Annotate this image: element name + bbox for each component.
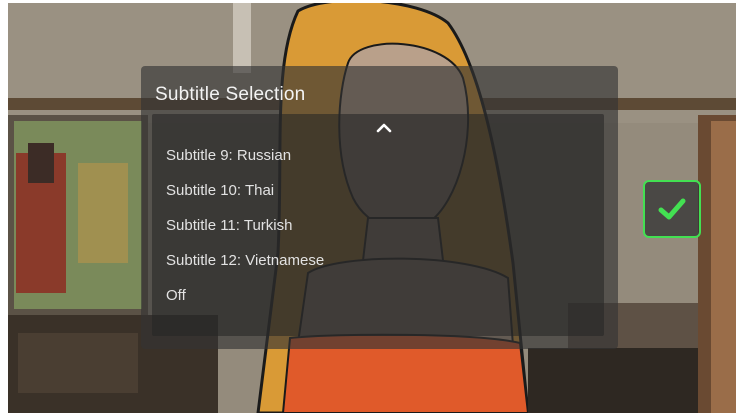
video-frame: Subtitle Selection Subtitle 9: Russian S… [8, 3, 736, 413]
subtitle-option-off[interactable]: Off [166, 287, 186, 304]
checkmark-icon [658, 198, 686, 220]
chevron-up-icon[interactable] [372, 119, 396, 137]
confirm-button[interactable] [643, 180, 701, 238]
subtitle-list[interactable]: Subtitle 9: Russian Subtitle 10: Thai Su… [152, 114, 604, 336]
subtitle-option[interactable]: Subtitle 11: Turkish [166, 217, 292, 234]
subtitle-option[interactable]: Subtitle 10: Thai [166, 182, 274, 199]
dialog-title: Subtitle Selection [155, 84, 306, 105]
subtitle-option[interactable]: Subtitle 9: Russian [166, 147, 291, 164]
subtitle-selection-dialog: Subtitle Selection Subtitle 9: Russian S… [141, 66, 618, 349]
subtitle-option[interactable]: Subtitle 12: Vietnamese [166, 252, 324, 269]
